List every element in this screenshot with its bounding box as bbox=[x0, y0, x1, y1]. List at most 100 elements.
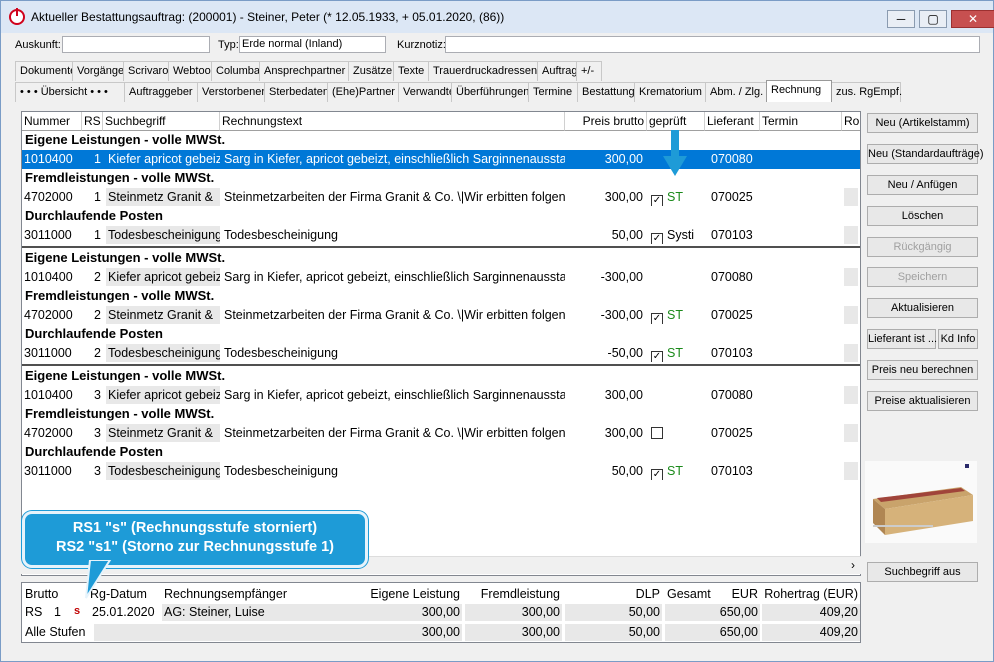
ro-cell bbox=[844, 462, 858, 480]
rs-cell: 3 bbox=[82, 424, 103, 442]
tab-tabs2-6[interactable]: Überführungen bbox=[451, 82, 529, 102]
tab-tabs1-5[interactable]: Ansprechpartner bbox=[259, 61, 349, 81]
action-button-4[interactable]: Rückgängig bbox=[867, 237, 978, 257]
table-row[interactable]: 1010400 3 Kiefer apricot gebeizt Sarg in Ki… bbox=[22, 386, 860, 405]
table-row[interactable]: 4702000 3 Steinmetz Granit & Steinmetzarbei… bbox=[22, 424, 860, 443]
tab-row-top: Dokumente Vorgänge Scrivaro Webtool Columba A… bbox=[15, 61, 602, 81]
tab-tabs1-3[interactable]: Webtool bbox=[168, 61, 213, 81]
checkbox[interactable]: ✓ bbox=[651, 351, 663, 362]
action-button-8[interactable]: Kd Info bbox=[938, 329, 978, 349]
action-button-9[interactable]: Preis neu berechnen bbox=[867, 360, 978, 380]
sum-gesamt: 650,00 bbox=[665, 624, 760, 641]
geprueft-cell[interactable]: ✓ ST bbox=[649, 462, 707, 480]
action-button-5[interactable]: Speichern bbox=[867, 267, 978, 287]
action-button-2[interactable]: Neu / Anfügen bbox=[867, 175, 978, 195]
tab-tabs2-1[interactable]: Auftraggeber bbox=[124, 82, 198, 102]
geprueft-cell[interactable] bbox=[649, 386, 707, 404]
status-text: ST bbox=[667, 190, 683, 204]
rechnungstext-cell: Sarg in Kiefer, apricot gebeizt, einschl… bbox=[222, 268, 565, 286]
action-button-0[interactable]: Neu (Artikelstamm) bbox=[867, 113, 978, 133]
table-row[interactable]: 3011000 2 Todesbescheinigung Todesbescheini… bbox=[22, 344, 860, 363]
column-header[interactable]: RS bbox=[82, 112, 103, 131]
column-header[interactable]: geprüft bbox=[647, 112, 705, 131]
maximize-button[interactable]: ▢ bbox=[919, 10, 947, 28]
tab-tabs2-8[interactable]: Bestattung bbox=[577, 82, 635, 102]
action-button-6[interactable]: Aktualisieren bbox=[867, 298, 978, 318]
preis-cell: 300,00 bbox=[567, 386, 645, 404]
table-row[interactable]: 4702000 1 Steinmetz Granit & Steinmetzarbei… bbox=[22, 188, 860, 207]
column-header[interactable]: Suchbegriff bbox=[103, 112, 220, 131]
tab-tabs1-0[interactable]: Dokumente bbox=[15, 61, 76, 81]
tab-tabs1-7[interactable]: Texte bbox=[393, 61, 429, 81]
checkbox[interactable]: ✓ bbox=[651, 313, 663, 324]
tab-tabs1-8[interactable]: Trauerdruckadressen bbox=[428, 61, 538, 81]
tab-tabs2-9[interactable]: Krematorium bbox=[634, 82, 706, 102]
tab-tabs2-2[interactable]: Verstorbener bbox=[197, 82, 265, 102]
tab-tabs2-0[interactable]: • • • Übersicht • • • bbox=[15, 82, 125, 102]
sum-date: 25.01.2020 bbox=[92, 605, 155, 619]
geprueft-cell[interactable]: ✓ ST bbox=[649, 344, 707, 362]
kurznotiz-input[interactable] bbox=[445, 36, 980, 53]
geprueft-cell[interactable]: ✓ ST bbox=[649, 306, 707, 324]
table-row[interactable]: 4702000 2 Steinmetz Granit & Steinmetzarbei… bbox=[22, 306, 860, 325]
ro-cell bbox=[844, 150, 858, 168]
action-button-11[interactable]: Suchbegriff aus bbox=[867, 562, 978, 582]
action-button-7[interactable]: Lieferant ist ... bbox=[867, 329, 937, 349]
tab-tabs1-9[interactable]: Auftrag bbox=[537, 61, 577, 81]
tab-tabs2-10[interactable]: Abm. / Zlg. bbox=[705, 82, 767, 102]
close-button[interactable]: ✕ bbox=[951, 10, 994, 28]
termin-cell bbox=[762, 462, 840, 480]
geprueft-cell[interactable] bbox=[649, 424, 707, 442]
tab-tabs2-12[interactable]: zus. RgEmpf. bbox=[831, 82, 902, 102]
column-header[interactable]: Lieferant bbox=[705, 112, 760, 131]
tab-tabs1-10[interactable]: +/- bbox=[576, 61, 602, 81]
tab-tabs2-7[interactable]: Termine bbox=[528, 82, 578, 102]
column-header[interactable]: Termin bbox=[760, 112, 842, 131]
checkbox[interactable]: ✓ bbox=[651, 233, 663, 244]
nummer-cell: 3011000 bbox=[22, 226, 82, 244]
sum-eigen: 300,00 bbox=[360, 604, 462, 621]
suchbegriff-cell: Kiefer apricot gebeizt bbox=[106, 386, 220, 404]
typ-input[interactable]: Erde normal (Inland) bbox=[239, 36, 386, 53]
chevron-right-icon[interactable]: › bbox=[851, 558, 855, 572]
tab-tabs1-6[interactable]: Zusätze bbox=[348, 61, 394, 81]
table-row[interactable]: 3011000 1 Todesbescheinigung Todesbescheini… bbox=[22, 226, 860, 245]
ro-cell bbox=[844, 424, 858, 442]
geprueft-cell[interactable]: ✓ Systi bbox=[649, 226, 707, 244]
lieferant-cell: 070025 bbox=[709, 188, 764, 206]
rs-cell: 2 bbox=[82, 268, 103, 286]
tab-tabs1-1[interactable]: Vorgänge bbox=[72, 61, 124, 81]
checkbox[interactable]: ✓ bbox=[651, 195, 663, 206]
tab-tabs2-4[interactable]: (Ehe)Partner bbox=[327, 82, 399, 102]
stage-separator bbox=[22, 246, 860, 248]
sum-rohertrag: 409,20 bbox=[762, 604, 860, 621]
action-button-1[interactable]: Neu (Standardaufträge) bbox=[867, 144, 984, 164]
tab-tabs2-3[interactable]: Sterbedaten bbox=[264, 82, 329, 102]
tab-tabs1-2[interactable]: Scrivaro bbox=[123, 61, 169, 81]
column-header[interactable]: Nummer bbox=[22, 112, 82, 131]
invoice-grid[interactable]: Nummer RS Suchbegriff Rechnungstext Preis br… bbox=[21, 111, 861, 576]
column-header[interactable]: Rechnungstext bbox=[220, 112, 565, 131]
action-button-10[interactable]: Preise aktualisieren bbox=[867, 391, 978, 411]
rs-cell: 2 bbox=[82, 306, 103, 324]
suchbegriff-cell: Todesbescheinigung bbox=[106, 226, 220, 244]
tab-tabs2-11[interactable]: Rechnung bbox=[766, 80, 832, 102]
rechnungstext-cell: Todesbescheinigung bbox=[222, 226, 565, 244]
ro-cell bbox=[844, 344, 858, 362]
geprueft-cell[interactable] bbox=[649, 268, 707, 286]
geprueft-cell[interactable]: ✓ ST bbox=[649, 188, 707, 206]
tab-tabs2-5[interactable]: Verwandte bbox=[398, 82, 455, 102]
auskunft-input[interactable] bbox=[62, 36, 210, 53]
minimize-button[interactable]: ─ bbox=[887, 10, 915, 28]
checkbox[interactable]: ✓ bbox=[651, 469, 663, 480]
column-header[interactable]: Ro bbox=[842, 112, 860, 131]
table-row[interactable]: 1010400 1 Kiefer apricot gebeizt Sarg in Ki… bbox=[22, 150, 860, 169]
column-header[interactable]: Preis brutto bbox=[565, 112, 647, 131]
tab-tabs1-4[interactable]: Columba bbox=[211, 61, 260, 81]
checkbox[interactable] bbox=[651, 427, 663, 439]
table-row[interactable]: 1010400 2 Kiefer apricot gebeizt Sarg in Ki… bbox=[22, 268, 860, 287]
table-row[interactable]: 3011000 3 Todesbescheinigung Todesbescheini… bbox=[22, 462, 860, 481]
arrow-down-icon bbox=[663, 130, 687, 176]
action-button-3[interactable]: Löschen bbox=[867, 206, 978, 226]
lieferant-cell: 070103 bbox=[709, 226, 764, 244]
